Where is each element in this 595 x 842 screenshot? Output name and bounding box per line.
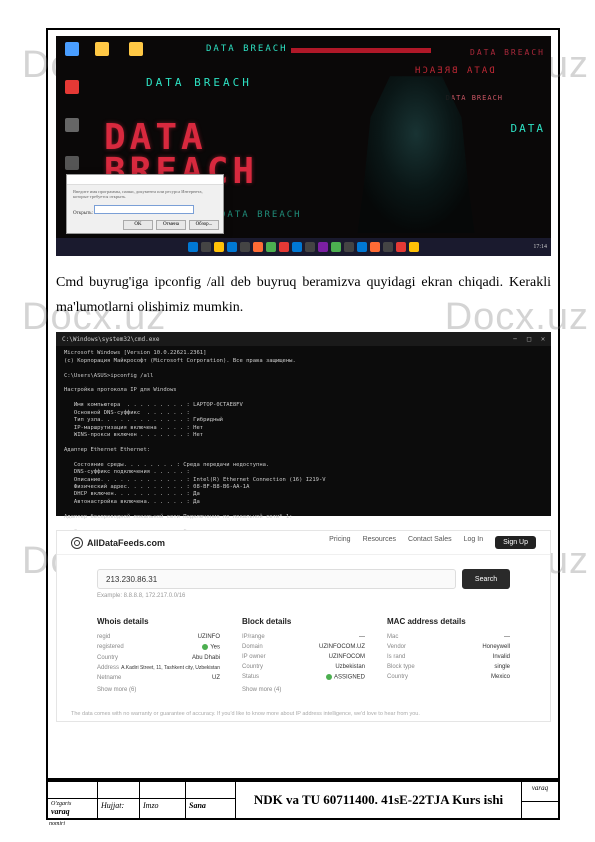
- show-more[interactable]: Show more (4): [242, 687, 365, 693]
- desktop-icon: [62, 42, 82, 62]
- taskbar-icon[interactable]: [266, 242, 276, 252]
- start-icon[interactable]: [188, 242, 198, 252]
- run-dialog: Введите имя программы, папки, документа …: [66, 174, 224, 234]
- mac-column: MAC address details Mac— VendorHoneywell…: [387, 617, 510, 693]
- site-logo[interactable]: AllDataFeeds.com: [71, 537, 165, 549]
- folder-icon: [126, 42, 146, 62]
- maximize-icon[interactable]: □: [525, 335, 533, 343]
- desktop-icon: [62, 80, 82, 100]
- logo-text: AllDataFeeds.com: [87, 538, 165, 548]
- taskbar-icon[interactable]: [331, 242, 341, 252]
- desktop-icons-column: [62, 42, 82, 176]
- run-input[interactable]: [94, 205, 194, 214]
- close-icon[interactable]: ✕: [539, 335, 547, 343]
- title-block-right: varaq: [522, 782, 558, 818]
- document-title: NDK va TU 60711400. 41sE-22TJA Kurs ishi: [236, 782, 522, 818]
- dialog-body: Введите имя программы, папки, документа …: [67, 185, 223, 220]
- website-screenshot: AllDataFeeds.com Pricing Resources Conta…: [56, 530, 551, 722]
- taskbar-icon[interactable]: [253, 242, 263, 252]
- nav-login[interactable]: Log In: [464, 536, 483, 549]
- cmd-screenshot: C:\Windows\system32\cmd.exe − □ ✕ Micros…: [56, 332, 551, 516]
- taskbar-icon[interactable]: [318, 242, 328, 252]
- show-more[interactable]: Show more (6): [97, 687, 220, 693]
- nav-resources[interactable]: Resources: [363, 536, 396, 549]
- nav-contact[interactable]: Contact Sales: [408, 536, 452, 549]
- breach-side-text: DATA: [511, 122, 546, 135]
- dialog-titlebar: [67, 175, 223, 185]
- desktop-screenshot: DATA BREACH DATA BREACH DATA BREACH DATA…: [56, 36, 551, 256]
- imzo-label: Imzo: [140, 799, 186, 818]
- body-paragraph: Cmd buyrug'iga ipconfig /all deb buyruq …: [56, 270, 551, 320]
- taskbar-icon[interactable]: [214, 242, 224, 252]
- site-disclaimer: The data comes with no warranty or guara…: [71, 711, 536, 717]
- col1-bottom: varaq: [51, 807, 70, 816]
- results-section: Whois details regidUZINFO registeredYes …: [57, 609, 550, 701]
- nav-pricing[interactable]: Pricing: [329, 536, 350, 549]
- desktop-icon: [62, 156, 82, 176]
- col-title: MAC address details: [387, 617, 510, 626]
- run-label: Открыть:: [73, 211, 93, 216]
- taskbar-icon[interactable]: [201, 242, 211, 252]
- ip-search-input[interactable]: [97, 569, 456, 589]
- title-block: O'zgaris varaq Hujjat: Imzo Sana NDK va …: [46, 780, 560, 820]
- whois-column: Whois details regidUZINFO registeredYes …: [97, 617, 220, 693]
- site-nav: Pricing Resources Contact Sales Log In S…: [329, 536, 536, 549]
- taskbar-icon[interactable]: [240, 242, 250, 252]
- breach-text: DATA BREACH: [206, 44, 288, 54]
- sana-label: Sana: [186, 799, 236, 818]
- taskbar-clock: 17:14: [533, 244, 547, 250]
- red-bar-decoration: [291, 48, 431, 53]
- search-hint: Example: 8.8.8.8, 172.217.0.0/16: [97, 593, 510, 599]
- taskbar-icon[interactable]: [357, 242, 367, 252]
- cmd-titlebar: C:\Windows\system32\cmd.exe − □ ✕: [56, 332, 551, 346]
- taskbar-icon[interactable]: [396, 242, 406, 252]
- cmd-title: C:\Windows\system32\cmd.exe: [62, 336, 160, 343]
- breach-text: DATA BREACH: [146, 76, 252, 89]
- search-button[interactable]: Search: [462, 569, 510, 589]
- col-title: Block details: [242, 617, 365, 626]
- nomiri-label: nomiri: [49, 821, 65, 827]
- taskbar-icon[interactable]: [305, 242, 315, 252]
- hujjat-label: Hujjat:: [98, 799, 140, 818]
- col-title: Whois details: [97, 617, 220, 626]
- taskbar-icon[interactable]: [227, 242, 237, 252]
- taskbar-icon[interactable]: [383, 242, 393, 252]
- folder-icon: [92, 42, 112, 62]
- taskbar: 17:14: [56, 238, 551, 256]
- taskbar-icon[interactable]: [409, 242, 419, 252]
- taskbar-icon[interactable]: [279, 242, 289, 252]
- desktop-icon: [62, 118, 82, 138]
- desktop-icons-row: [92, 42, 146, 62]
- cancel-button[interactable]: Отмена: [156, 220, 186, 230]
- search-section: Search Example: 8.8.8.8, 172.217.0.0/16: [57, 555, 550, 609]
- content-area: DATA BREACH DATA BREACH DATA BREACH DATA…: [56, 36, 551, 722]
- taskbar-icon[interactable]: [344, 242, 354, 252]
- title-block-left: O'zgaris varaq Hujjat: Imzo Sana: [48, 782, 236, 818]
- taskbar-icon[interactable]: [292, 242, 302, 252]
- breach-text: DATA BREACH: [470, 48, 545, 57]
- breach-bottom-text: DATA BREACH: [220, 210, 302, 220]
- hooded-figure: [351, 68, 481, 233]
- browse-button[interactable]: Обзор...: [189, 220, 219, 230]
- block-column: Block details IP/range— DomainUZINFOCOM.…: [242, 617, 365, 693]
- ok-button[interactable]: OK: [123, 220, 153, 230]
- taskbar-icon[interactable]: [370, 242, 380, 252]
- varaq-label: varaq: [522, 782, 558, 802]
- signup-button[interactable]: Sign Up: [495, 536, 536, 549]
- site-header: AllDataFeeds.com Pricing Resources Conta…: [57, 531, 550, 555]
- logo-icon: [71, 537, 83, 549]
- minimize-icon[interactable]: −: [511, 335, 519, 343]
